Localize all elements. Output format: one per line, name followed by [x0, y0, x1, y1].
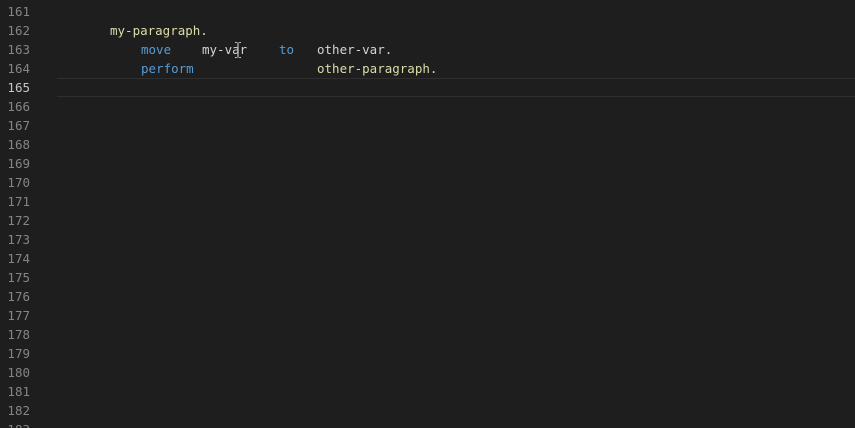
line-number: 174: [7, 251, 30, 266]
paragraph-name[interactable]: my-paragraph.: [110, 21, 208, 40]
line-number: 169: [7, 156, 30, 171]
keyword-perform[interactable]: perform: [141, 59, 194, 78]
line-number: 162: [7, 23, 30, 38]
line-number-active: 165: [7, 80, 30, 95]
line-number: 183: [0, 420, 30, 428]
line-number: 180: [7, 365, 30, 380]
line-number: 161: [7, 4, 30, 19]
line-number: 170: [7, 175, 30, 190]
line-number: 163: [7, 42, 30, 57]
line-number: 166: [7, 99, 30, 114]
current-line-highlight: [57, 78, 855, 97]
line-number: 164: [7, 61, 30, 76]
line-number: 173: [7, 232, 30, 247]
line-number: 175: [7, 270, 30, 285]
line-number: 171: [7, 194, 30, 209]
line-number: 182: [7, 403, 30, 418]
line-number: 181: [7, 384, 30, 399]
line-number: 177: [7, 308, 30, 323]
line-number: 179: [7, 346, 30, 361]
line-number: 168: [7, 137, 30, 152]
target-paragraph[interactable]: other-paragraph.: [317, 59, 437, 78]
keyword-to[interactable]: to: [279, 40, 294, 59]
target-variable[interactable]: other-var.: [317, 40, 392, 59]
line-number: 172: [7, 213, 30, 228]
code-editor[interactable]: 161 162 163 164 165 166 167 168 169 170 …: [0, 0, 855, 428]
line-number: 176: [7, 289, 30, 304]
line-number: 167: [7, 118, 30, 133]
line-number: 178: [7, 327, 30, 342]
text-ibeam-cursor-icon: [235, 42, 241, 58]
keyword-move[interactable]: move: [141, 40, 171, 59]
